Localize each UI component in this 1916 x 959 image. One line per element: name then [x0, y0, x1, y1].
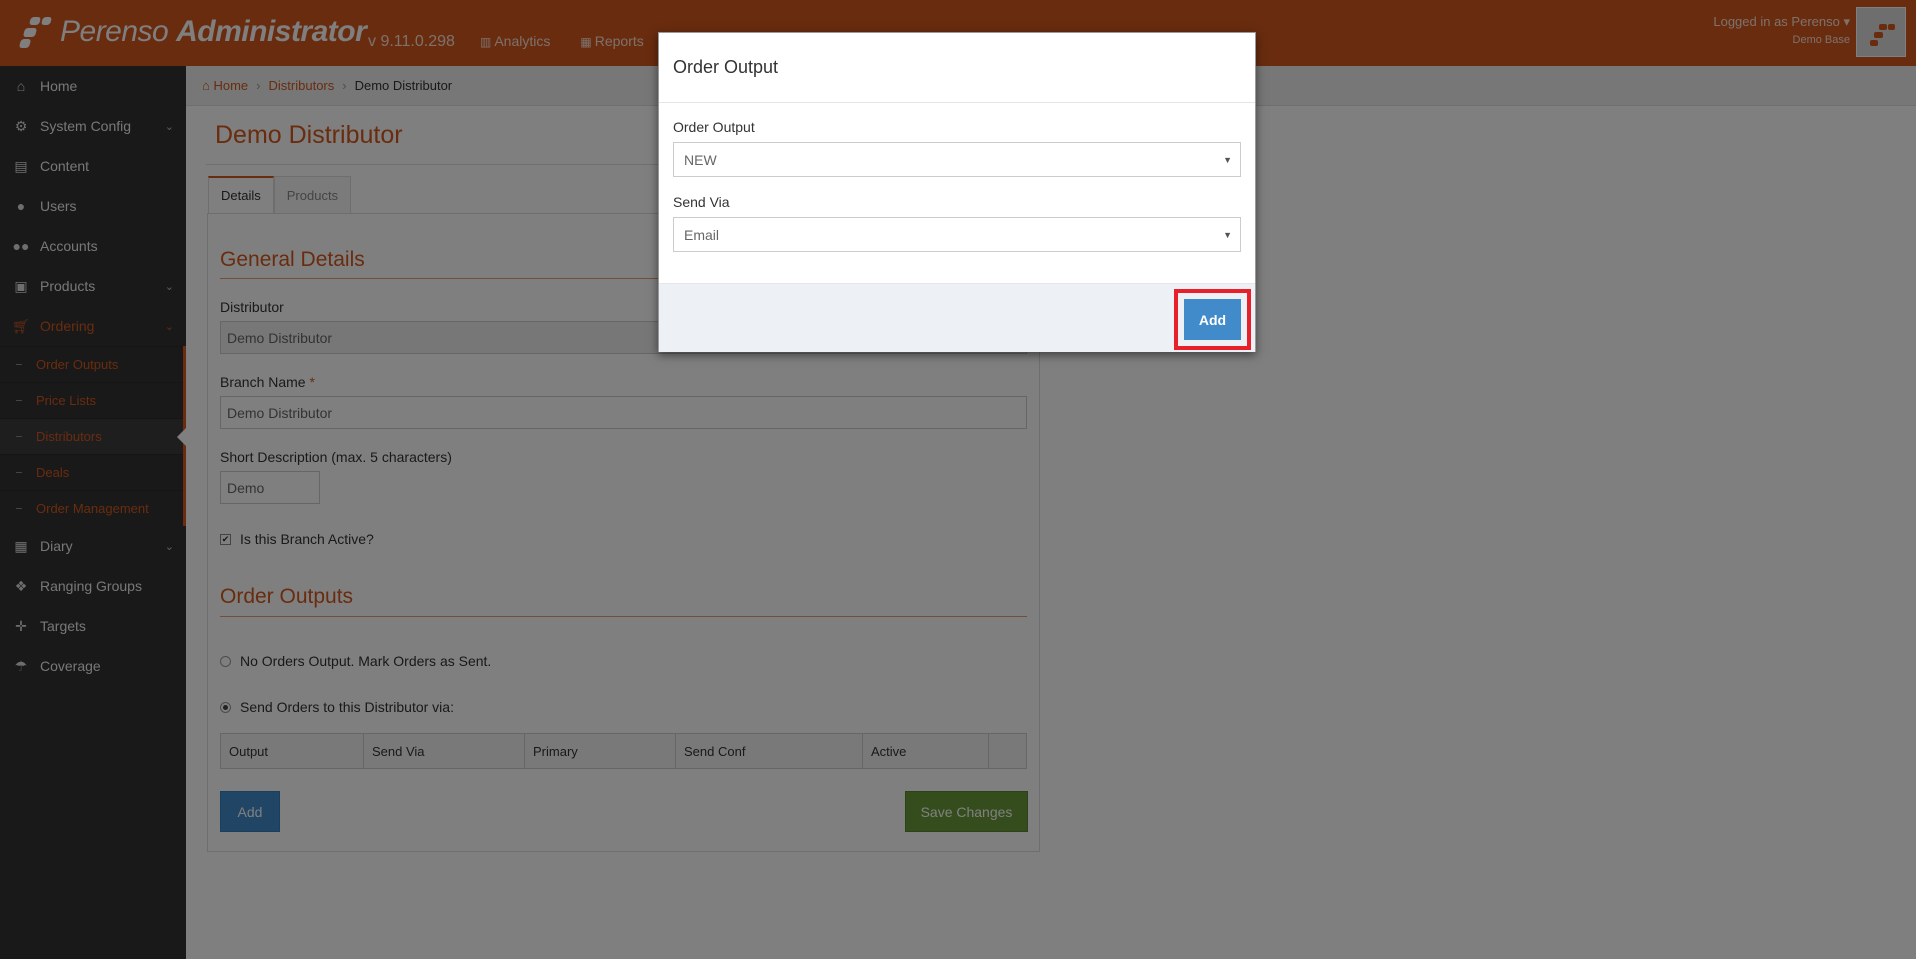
- order-output-select[interactable]: NEW ▼: [673, 142, 1241, 177]
- modal-footer: Add: [659, 283, 1255, 352]
- modal-title: Order Output: [659, 33, 1255, 103]
- caret-down-icon: ▼: [1223, 154, 1232, 165]
- send-via-label: Send Via: [673, 194, 730, 210]
- highlight-box: Add: [1174, 289, 1251, 350]
- caret-down-icon: ▼: [1223, 229, 1232, 240]
- order-output-label: Order Output: [673, 119, 755, 135]
- send-via-select[interactable]: Email ▼: [673, 217, 1241, 252]
- order-output-modal: Order Output Order Output NEW ▼ Send Via…: [658, 32, 1256, 352]
- modal-add-button[interactable]: Add: [1184, 299, 1241, 340]
